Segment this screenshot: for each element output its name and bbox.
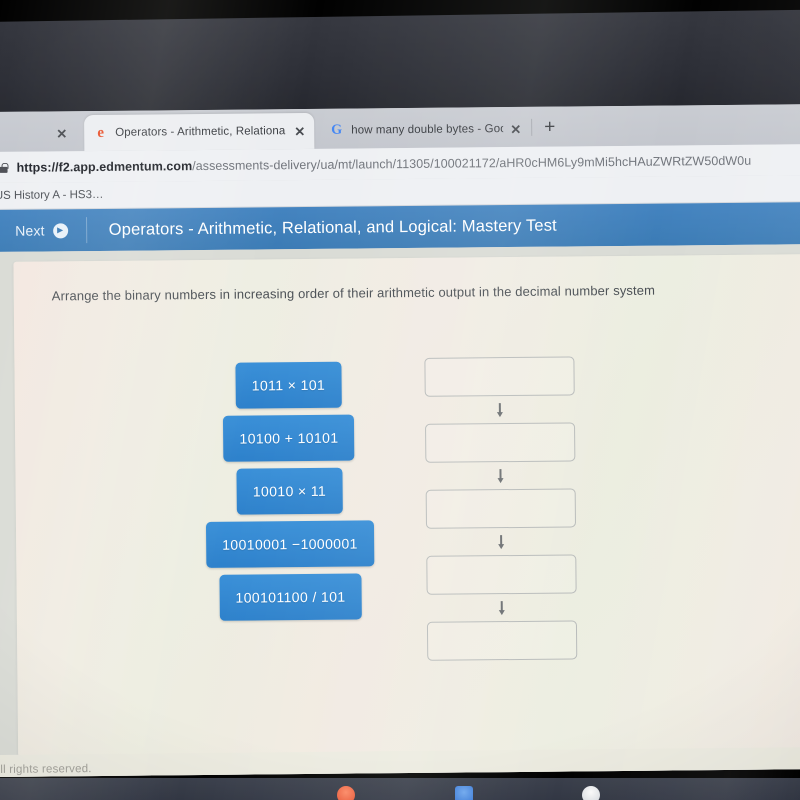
url-path: /assessments-delivery/ua/mt/launch/11305… <box>192 153 752 173</box>
arrow-right-circle-icon <box>52 222 68 238</box>
draggable-tile[interactable]: 1011 × 101 <box>235 361 342 409</box>
tab-title: how many double bytes - Googl <box>351 123 504 137</box>
draggable-tile[interactable]: 100101100 / 101 <box>219 573 362 621</box>
question-prompt: Arrange the binary numbers in increasing… <box>51 282 656 304</box>
browser-tab-2-active[interactable]: e Operators - Arithmetic, Relationa ✕ <box>84 112 315 152</box>
app-icon-blue[interactable] <box>455 786 473 800</box>
browser-tab-3[interactable]: G how many double bytes - Googl ✕ <box>320 111 530 149</box>
tab-close-icon[interactable]: ✕ <box>510 121 521 136</box>
draggable-tiles-list: 1011 × 101 10100 + 10101 10010 × 11 1001… <box>204 361 375 621</box>
draggable-tile[interactable]: 10010001 −1000001 <box>205 520 375 568</box>
tab-title: entum <box>0 127 49 140</box>
os-taskbar <box>0 778 800 800</box>
app-icon-white[interactable] <box>582 786 600 800</box>
draggable-tile[interactable]: 10100 + 10101 <box>223 414 355 462</box>
next-button[interactable]: Next <box>0 209 86 252</box>
bookmark-us-history[interactable]: US History A - HS3… <box>0 189 103 202</box>
lock-icon <box>0 160 11 174</box>
tab-divider <box>531 118 533 136</box>
copyright-text: ll rights reserved. <box>0 763 92 776</box>
arrow-down-icon <box>495 528 507 555</box>
content-area: Arrange the binary numbers in increasing… <box>0 244 800 777</box>
screenshot-root: entum ✕ e Operators - Arithmetic, Relati… <box>0 0 800 800</box>
browser-tab-1[interactable]: entum ✕ <box>0 115 76 152</box>
browser-window: entum ✕ e Operators - Arithmetic, Relati… <box>0 104 800 777</box>
drop-slot[interactable] <box>424 356 575 397</box>
draggable-tile[interactable]: 10010 × 11 <box>236 467 343 515</box>
arrow-down-icon <box>496 594 508 621</box>
drop-slot[interactable] <box>426 554 577 595</box>
question-card: Arrange the binary numbers in increasing… <box>13 254 800 757</box>
arrow-down-icon <box>494 462 506 489</box>
next-button-label: Next <box>15 222 45 239</box>
new-tab-button[interactable]: + <box>544 117 555 138</box>
drop-targets-list <box>424 356 578 661</box>
google-g-icon: G <box>331 122 343 138</box>
tab-close-icon[interactable]: ✕ <box>56 126 67 141</box>
url-text: https://f2.app.edmentum.com/assessments-… <box>16 153 751 174</box>
drop-slot[interactable] <box>426 620 578 661</box>
arrow-down-icon <box>494 396 506 423</box>
app-icon-red[interactable] <box>337 786 355 800</box>
tab-close-icon[interactable]: ✕ <box>294 123 305 138</box>
drop-slot[interactable] <box>425 422 576 463</box>
photo-color-cast <box>13 254 800 757</box>
drop-slot[interactable] <box>425 488 577 529</box>
tab-title: Operators - Arithmetic, Relationa <box>115 125 286 139</box>
page-title: Operators - Arithmetic, Relational, and … <box>108 216 557 239</box>
edmentum-e-icon: e <box>97 124 105 141</box>
url-domain: https://f2.app.edmentum.com <box>16 158 193 175</box>
